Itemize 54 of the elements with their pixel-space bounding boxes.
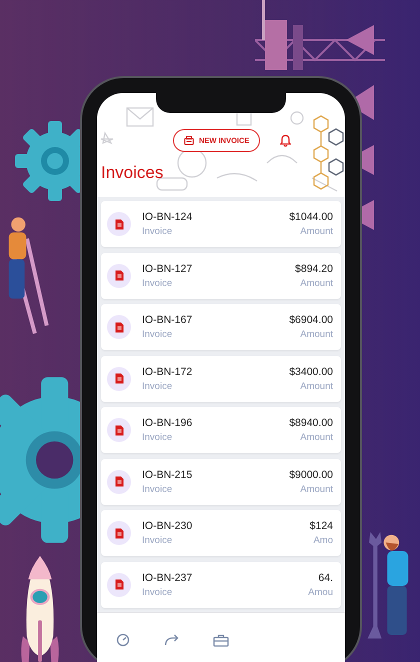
- invoice-amount: 64.: [318, 572, 333, 584]
- amount-label: Amou: [308, 586, 333, 598]
- amount-label: Amount: [300, 329, 333, 340]
- amount-label: Amount: [300, 226, 333, 237]
- invoice-amount: $894.20: [295, 262, 333, 274]
- invoice-label: Invoice: [142, 226, 174, 237]
- invoice-number: IO-BN-237: [142, 572, 194, 584]
- invoice-card[interactable]: IO-BN-127 Invoice $894.20 Amount: [101, 252, 341, 298]
- amount-label: Amount: [300, 432, 333, 443]
- document-icon: [114, 322, 124, 332]
- gauge-icon[interactable]: [116, 633, 130, 648]
- invoice-label: Invoice: [142, 432, 174, 443]
- invoice-label: Invoice: [142, 586, 174, 598]
- invoice-label: Invoice: [142, 535, 174, 546]
- notification-bell-icon[interactable]: [280, 134, 292, 147]
- invoice-amount: $124: [310, 520, 333, 532]
- page-title: Invoices: [101, 163, 164, 183]
- redo-arrow-icon[interactable]: [164, 634, 179, 646]
- invoice-number: IO-BN-172: [142, 366, 194, 378]
- amount-label: Amount: [300, 484, 333, 494]
- invoice-card[interactable]: IO-BN-196 Invoice $8940.00 Amount: [101, 407, 341, 453]
- amount-label: Amount: [300, 380, 333, 392]
- amount-label: Amo: [313, 535, 333, 546]
- invoice-card[interactable]: IO-BN-167 Invoice $6904.00 Amount: [101, 304, 341, 350]
- invoice-amount: $3400.00: [289, 366, 333, 378]
- document-icon: [114, 373, 124, 384]
- invoice-label: Invoice: [142, 484, 174, 494]
- invoice-machine-icon: [184, 136, 194, 145]
- invoice-card[interactable]: IO-BN-215 Invoice $9000.00 Amount: [101, 458, 341, 504]
- briefcase-icon[interactable]: [213, 634, 229, 647]
- invoice-amount: $6904.00: [289, 314, 333, 326]
- document-icon: [114, 270, 124, 281]
- document-icon: [114, 528, 124, 538]
- invoice-number: IO-BN-230: [142, 520, 194, 532]
- invoice-amount: $8940.00: [289, 417, 333, 429]
- invoice-card[interactable]: IO-BN-230 Invoice $124 Amo: [101, 510, 341, 556]
- document-icon: [114, 424, 124, 436]
- document-icon: [114, 579, 124, 590]
- invoice-number: IO-BN-127: [142, 262, 194, 274]
- invoice-number: IO-BN-124: [142, 211, 194, 223]
- invoice-amount: $9000.00: [289, 468, 333, 480]
- invoice-card[interactable]: IO-BN-172 Invoice $3400.00 Amount: [101, 356, 341, 402]
- document-icon: [114, 218, 124, 230]
- invoice-number: IO-BN-196: [142, 417, 194, 429]
- amount-label: Amount: [300, 278, 333, 288]
- invoice-number: IO-BN-167: [142, 314, 194, 326]
- document-icon: [114, 476, 124, 487]
- invoice-number: IO-BN-215: [142, 468, 194, 480]
- invoice-label: Invoice: [142, 278, 174, 288]
- invoice-label: Invoice: [142, 329, 174, 340]
- invoice-amount: $1044.00: [289, 211, 333, 223]
- invoice-label: Invoice: [142, 380, 174, 392]
- invoice-card[interactable]: IO-BN-237 Invoice 64. Amou: [101, 562, 341, 608]
- invoice-card[interactable]: IO-BN-124 Invoice $1044.00 Amount: [101, 201, 341, 247]
